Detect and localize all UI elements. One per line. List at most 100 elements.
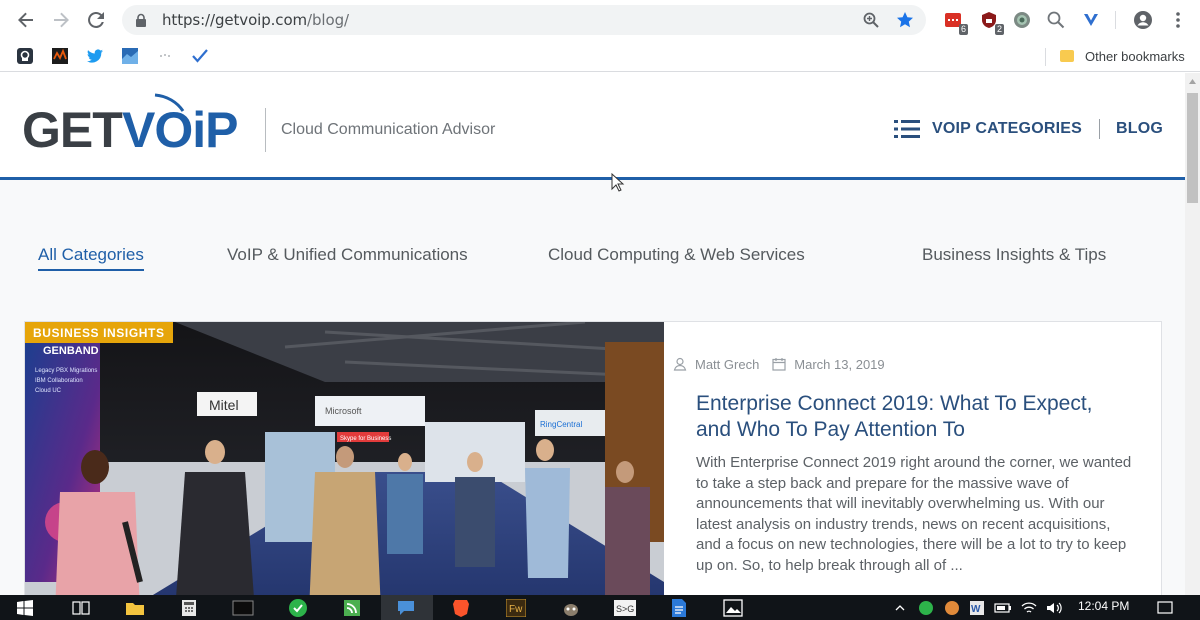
app-button-active[interactable] [396, 598, 418, 618]
extension-button-3[interactable] [1011, 9, 1033, 31]
gimp-button[interactable] [560, 598, 582, 618]
logo-divider [265, 108, 266, 152]
wu-site-icon [52, 48, 68, 64]
tray-expand-button[interactable] [893, 598, 907, 618]
other-bookmarks-button[interactable]: Other bookmarks [1060, 46, 1185, 66]
bookmark-4[interactable] [121, 47, 139, 65]
extension-button-5[interactable] [1080, 9, 1102, 31]
globe-extension-icon [1014, 12, 1030, 28]
lock-icon [136, 13, 146, 27]
post-title[interactable]: Enterprise Connect 2019: What To Expect,… [696, 391, 1126, 443]
skype-sign: Skype for Business [340, 436, 391, 442]
category-tabs: All Categories VoIP & Unified Communicat… [0, 245, 1185, 275]
battery-button[interactable] [994, 598, 1012, 618]
arrow-right-icon [54, 12, 69, 28]
tab-cloud-computing[interactable]: Cloud Computing & Web Services [548, 245, 805, 265]
list-menu-icon [894, 120, 920, 138]
map-site-icon [122, 48, 138, 64]
voip-categories-menu[interactable]: VOIP CATEGORIES [894, 117, 1082, 141]
photos-app-button[interactable] [722, 598, 744, 618]
page-scrollbar[interactable] [1185, 73, 1200, 595]
svg-text:GET: GET [22, 102, 122, 153]
bookmark-1[interactable] [16, 47, 34, 65]
task-view-icon [72, 601, 90, 615]
extension-button-2[interactable]: 2 [978, 9, 1004, 35]
chevron-up-icon [895, 605, 905, 611]
folder-icon [126, 603, 144, 615]
fireworks-button[interactable]: Fw [505, 598, 527, 618]
genband-line: Cloud UC [35, 388, 62, 394]
post-date: March 13, 2019 [794, 356, 885, 372]
tab-voip-unified-communications[interactable]: VoIP & Unified Communications [227, 245, 468, 265]
file-explorer-button[interactable] [124, 598, 146, 618]
page-viewport: GET VOiP Cloud Communication Advisor VOI… [0, 73, 1185, 595]
reload-button[interactable] [78, 2, 114, 38]
taskbar-clock[interactable]: 12:04 PM [1078, 599, 1129, 613]
start-button[interactable] [14, 598, 36, 618]
scroll-up-arrow-icon[interactable] [1188, 77, 1197, 86]
bookmark-5[interactable] [156, 47, 174, 65]
password-manager-icon [17, 48, 33, 64]
sg-app-button[interactable]: S>G [614, 598, 636, 618]
volume-button[interactable] [1046, 598, 1064, 618]
post-meta: Matt Grech March 13, 2019 [673, 355, 885, 373]
twitter-icon [87, 49, 103, 63]
green-tray-icon [919, 601, 933, 615]
bookmark-twitter[interactable] [86, 47, 104, 65]
back-button[interactable] [8, 2, 44, 38]
app-button-feed[interactable] [341, 598, 363, 618]
user-icon [673, 357, 687, 371]
bookmark-star-button[interactable] [896, 11, 914, 29]
calculator-button[interactable] [178, 598, 200, 618]
fireworks-icon: Fw [506, 599, 526, 617]
dots-site-icon [160, 54, 170, 57]
other-bookmarks-label: Other bookmarks [1085, 48, 1185, 64]
genband-line: Legacy PBX Migrations [35, 368, 97, 374]
site-logo[interactable]: GET VOiP [22, 91, 252, 158]
bookmark-2[interactable] [51, 47, 69, 65]
svg-text:Fw: Fw [509, 604, 523, 615]
url-path: /blog/ [307, 11, 349, 29]
tab-business-insights[interactable]: Business Insights & Tips [922, 245, 1106, 265]
post-author[interactable]: Matt Grech [695, 357, 759, 372]
wifi-icon [1021, 602, 1037, 613]
document-icon [672, 599, 686, 617]
post-photo[interactable]: GENBAND Legacy PBX Migrations IBM Collab… [25, 322, 664, 595]
document-app-button[interactable] [668, 598, 690, 618]
extension-button-1[interactable]: 6 [942, 9, 968, 35]
url-host: https://getvoip.com [162, 11, 308, 29]
brave-lion-icon [453, 600, 469, 617]
brave-browser-button[interactable] [450, 598, 472, 618]
conference-photo: GENBAND Legacy PBX Migrations IBM Collab… [25, 322, 664, 595]
checkmark-site-icon [192, 49, 208, 63]
extension-button-4[interactable] [1045, 9, 1067, 31]
zoom-icon [863, 12, 879, 28]
terminal-button[interactable] [232, 598, 254, 618]
tray-app-orange[interactable] [943, 598, 961, 618]
tray-app-green[interactable] [917, 598, 935, 618]
terminal-icon [232, 600, 254, 616]
task-view-button[interactable] [70, 598, 92, 618]
bookmarks-bar: Other bookmarks [0, 40, 1200, 72]
calculator-icon [182, 600, 196, 616]
mouse-cursor-icon [611, 173, 625, 192]
forward-button[interactable] [43, 2, 79, 38]
zoom-button[interactable] [862, 11, 880, 29]
toolbar-divider [1115, 11, 1116, 29]
wifi-button[interactable] [1020, 598, 1038, 618]
blog-link[interactable]: BLOG [1116, 120, 1163, 138]
battery-icon [994, 603, 1011, 613]
green-app-icon [289, 599, 307, 617]
bookmark-6[interactable] [191, 47, 209, 65]
notifications-button[interactable] [1155, 598, 1175, 618]
scroll-thumb[interactable] [1187, 93, 1198, 203]
address-bar[interactable]: https://getvoip.com/blog/ [122, 5, 926, 35]
genband-line: IBM Collaboration [35, 378, 83, 384]
windows-taskbar: Fw S>G W 12:04 PM [0, 595, 1200, 620]
category-tag[interactable]: BUSINESS INSIGHTS [25, 322, 173, 343]
browser-menu-button[interactable] [1167, 9, 1189, 31]
tray-app-w[interactable]: W [968, 598, 986, 618]
profile-button[interactable] [1132, 9, 1154, 31]
tab-all-categories[interactable]: All Categories [38, 245, 144, 271]
app-button-green[interactable] [287, 598, 309, 618]
